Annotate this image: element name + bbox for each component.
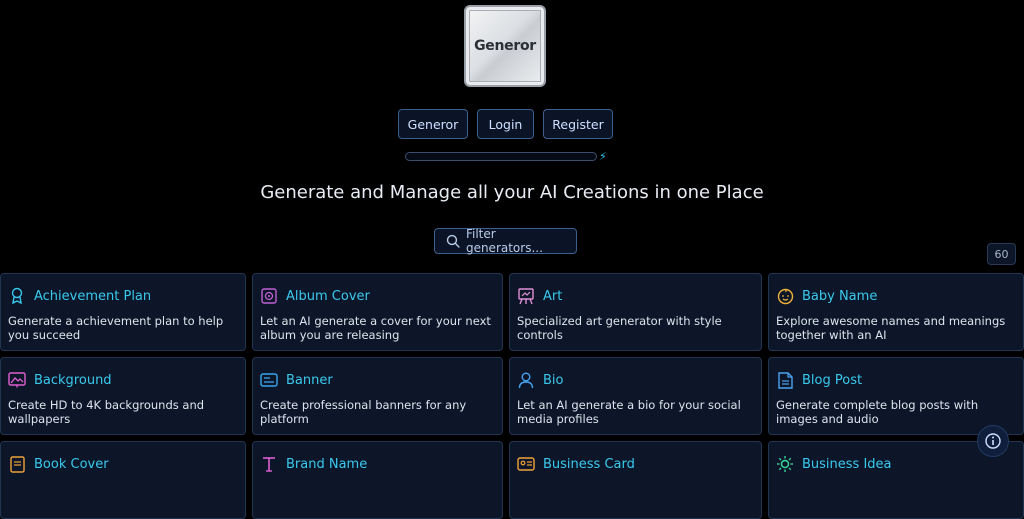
card-title: Achievement Plan (34, 288, 152, 304)
card-brand-name[interactable]: Brand Name (252, 441, 503, 519)
lightbulb-icon (776, 455, 794, 473)
generor-logo[interactable]: Generor (464, 5, 546, 87)
card-title: Background (34, 372, 112, 388)
lightning-icon: ⚡ (599, 150, 607, 163)
card-title: Brand Name (286, 456, 368, 472)
card-achievement-plan[interactable]: Achievement Plan Generate a achievement … (0, 273, 246, 351)
card-description: Create professional banners for any plat… (260, 398, 467, 426)
card-title: Art (543, 288, 563, 304)
card-description: Specialized art generator with style con… (517, 314, 722, 342)
info-icon (985, 433, 1001, 449)
nav-login-button[interactable]: Login (477, 109, 534, 139)
baby-icon (776, 287, 794, 305)
id-card-icon (517, 455, 535, 473)
generator-count-badge: 60 (987, 243, 1016, 265)
card-banner[interactable]: Banner Create professional banners for a… (252, 357, 503, 435)
card-description: Create HD to 4K backgrounds and wallpape… (8, 398, 205, 426)
card-album-cover[interactable]: Album Cover Let an AI generate a cover f… (252, 273, 503, 351)
progress-bar (405, 152, 597, 161)
logo-text: Generor (474, 38, 536, 54)
nav-generor-button[interactable]: Generor (398, 109, 468, 139)
typography-icon (260, 455, 278, 473)
card-title: Album Cover (286, 288, 370, 304)
card-description: Generate a achievement plan to help you … (8, 314, 224, 342)
card-description: Explore awesome names and meanings toget… (776, 314, 1006, 342)
generator-grid: Achievement Plan Generate a achievement … (0, 273, 1024, 519)
card-title: Baby Name (802, 288, 878, 304)
card-bio[interactable]: Bio Let an AI generate a bio for your so… (509, 357, 762, 435)
nav-register-button[interactable]: Register (543, 109, 613, 139)
banner-icon (260, 371, 278, 389)
landscape-icon (8, 371, 26, 389)
ribbon-icon (8, 287, 26, 305)
easel-icon (517, 287, 535, 305)
card-book-cover[interactable]: Book Cover (0, 441, 246, 519)
card-art[interactable]: Art Specialized art generator with style… (509, 273, 762, 351)
card-title: Book Cover (34, 456, 109, 472)
info-button[interactable] (977, 425, 1009, 457)
book-icon (8, 455, 26, 473)
album-icon (260, 287, 278, 305)
user-icon (517, 371, 535, 389)
filter-placeholder: Filter generators... (465, 227, 543, 255)
card-description: Generate complete blog posts with images… (776, 398, 979, 426)
card-title: Banner (286, 372, 333, 388)
card-title: Business Idea (802, 456, 892, 472)
page-headline: Generate and Manage all your AI Creation… (260, 182, 764, 203)
search-icon (446, 234, 460, 248)
card-description: Let an AI generate a cover for your next… (260, 314, 491, 342)
filter-generators-input[interactable]: Filter generators... (434, 227, 577, 255)
card-title: Blog Post (802, 372, 863, 388)
card-business-card[interactable]: Business Card (509, 441, 762, 519)
card-background[interactable]: Background Create HD to 4K backgrounds a… (0, 357, 246, 435)
document-icon (776, 371, 794, 389)
card-baby-name[interactable]: Baby Name Explore awesome names and mean… (768, 273, 1024, 351)
card-title: Bio (543, 372, 564, 388)
card-description: Let an AI generate a bio for your social… (517, 398, 741, 426)
card-title: Business Card (543, 456, 635, 472)
card-blog-post[interactable]: Blog Post Generate complete blog posts w… (768, 357, 1024, 435)
